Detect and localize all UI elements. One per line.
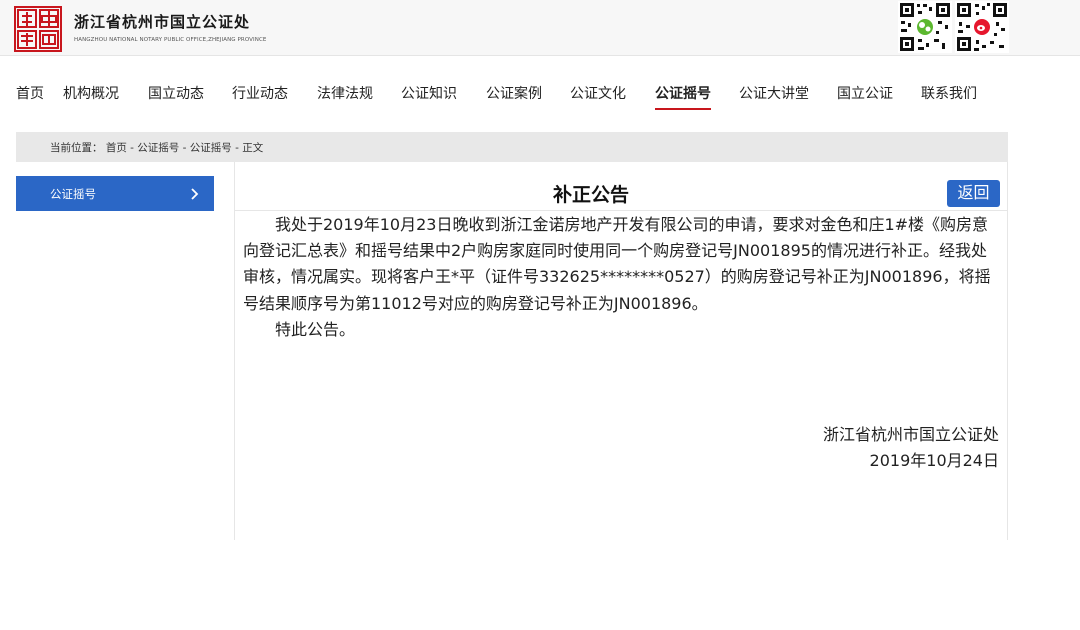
chevron-right-icon [190, 186, 200, 200]
nav-item-lottery[interactable]: 公证摇号 [655, 84, 711, 110]
nav-item-laws[interactable]: 法律法规 [317, 84, 373, 110]
breadcrumb: 当前位置： 首页 - 公证摇号 - 公证摇号 - 正文 [16, 132, 1008, 162]
site-header: 浙江省杭州市国立公证处 HANGZHOU NATIONAL NOTARY PUB… [0, 0, 1080, 56]
title-divider [235, 210, 1007, 211]
article-signature: 浙江省杭州市国立公证处 2019年10月24日 [823, 422, 999, 473]
back-button[interactable]: 返回 [947, 180, 1000, 207]
site-name-cn: 浙江省杭州市国立公证处 [74, 13, 251, 31]
article-closing: 特此公告。 [275, 319, 356, 339]
sidebar-item-lottery[interactable]: 公证摇号 [16, 176, 214, 211]
site-name[interactable]: 浙江省杭州市国立公证处 HANGZHOU NATIONAL NOTARY PUB… [74, 11, 266, 43]
nav-item-news[interactable]: 国立动态 [148, 84, 204, 110]
nav-item-lecture[interactable]: 公证大讲堂 [739, 84, 809, 110]
signature-org: 浙江省杭州市国立公证处 [822, 425, 999, 444]
article-body: 我处于2019年10月23日晚收到浙江金诺房地产开发有限公司的申请，要求对金色和… [243, 212, 995, 343]
article-panel: 补正公告 返回 我处于2019年10月23日晚收到浙江金诺房地产开发有限公司的申… [234, 162, 1008, 540]
sidebar-item-label: 公证摇号 [50, 187, 96, 201]
main-nav: 首页 机构概况 国立动态 行业动态 法律法规 公证知识 公证案例 公证文化 公证… [0, 84, 1080, 110]
article-paragraph: 我处于2019年10月23日晚收到浙江金诺房地产开发有限公司的申请，要求对金色和… [243, 215, 991, 313]
weibo-qr-icon [955, 1, 1009, 53]
page-title: 补正公告 [552, 184, 629, 206]
breadcrumb-text: 当前位置： 首页 - 公证摇号 - 公证摇号 - 正文 [50, 142, 264, 154]
nav-item-culture[interactable]: 公证文化 [570, 84, 626, 110]
seal-logo-icon[interactable] [14, 6, 62, 52]
site-name-en: HANGZHOU NATIONAL NOTARY PUBLIC OFFICE,Z… [74, 37, 267, 43]
nav-item-about[interactable]: 机构概况 [63, 84, 119, 110]
nav-item-industry[interactable]: 行业动态 [232, 84, 288, 110]
nav-item-cases[interactable]: 公证案例 [486, 84, 542, 110]
nav-item-home[interactable]: 首页 [16, 84, 44, 110]
wechat-qr-icon [898, 1, 952, 53]
nav-item-guoli[interactable]: 国立公证 [837, 84, 893, 110]
signature-date: 2019年10月24日 [869, 450, 999, 470]
nav-item-contact[interactable]: 联系我们 [921, 84, 977, 110]
nav-item-knowledge[interactable]: 公证知识 [401, 84, 457, 110]
